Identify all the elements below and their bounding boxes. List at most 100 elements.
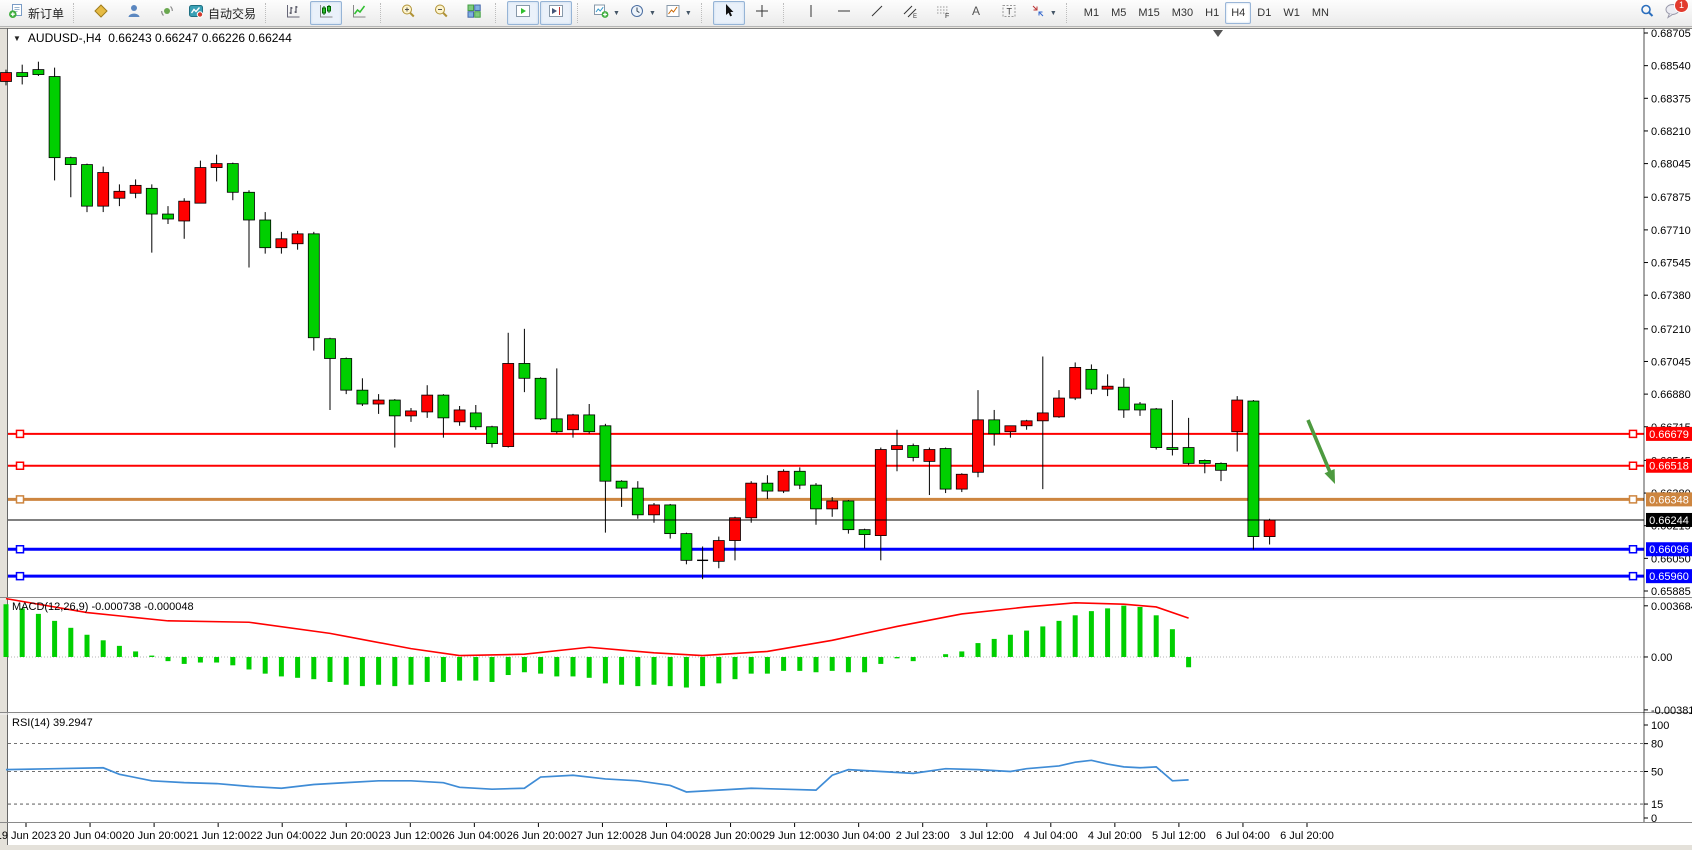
svg-text:0.68210: 0.68210: [1651, 126, 1691, 138]
chart-shift-icon: [548, 3, 565, 24]
candlestick-chart-icon: [318, 3, 334, 24]
terminal-button[interactable]: [151, 1, 183, 25]
dropdown-caret-icon: ▼: [685, 10, 692, 17]
text-label-button[interactable]: T: [993, 1, 1025, 25]
svg-text:80: 80: [1651, 739, 1663, 751]
line-chart-button[interactable]: [343, 1, 375, 25]
template-icon: [665, 3, 681, 24]
timeframe-button-m15[interactable]: M15: [1132, 2, 1165, 24]
window-bottom-border: [0, 845, 1692, 850]
trendline-icon: [869, 3, 885, 24]
notifications-button[interactable]: 1: [1664, 2, 1682, 24]
navigator-button[interactable]: [118, 1, 150, 25]
zoom-out-icon: [433, 3, 449, 24]
toolbar-separator: [380, 3, 388, 23]
candlestick-chart-button[interactable]: [310, 1, 342, 25]
periods-button[interactable]: ▼: [625, 1, 660, 25]
toolbar-right-group: 1: [1639, 2, 1688, 24]
chart-shift-button[interactable]: [540, 1, 572, 25]
window-left-border: [0, 28, 7, 845]
fibonacci-button[interactable]: F: [927, 1, 959, 25]
text-icon: A: [969, 3, 983, 24]
zoom-in-icon: [400, 3, 416, 24]
toolbar-separator: [495, 3, 503, 23]
line-handle: [1630, 546, 1637, 553]
auto-scroll-icon: [515, 3, 532, 24]
svg-text:100: 100: [1651, 720, 1669, 732]
line-handle: [1630, 430, 1637, 437]
timeframe-button-m1[interactable]: M1: [1078, 2, 1105, 24]
cursor-icon: [722, 3, 736, 24]
timeframe-button-mn[interactable]: MN: [1306, 2, 1335, 24]
tile-windows-button[interactable]: [458, 1, 490, 25]
svg-text:26 Jun 20:00: 26 Jun 20:00: [507, 830, 571, 842]
text-button[interactable]: A: [960, 1, 992, 25]
crosshair-icon: [754, 3, 770, 24]
horizontal-line-button[interactable]: [828, 1, 860, 25]
navigator-icon: [126, 3, 142, 24]
crosshair-button[interactable]: [746, 1, 778, 25]
new-order-icon: [8, 3, 25, 24]
cursor-button[interactable]: [713, 1, 745, 25]
zoom-out-button[interactable]: [425, 1, 457, 25]
zoom-in-button[interactable]: [392, 1, 424, 25]
line-handle: [1630, 573, 1637, 580]
auto-trading-button[interactable]: 自动交易: [184, 1, 260, 25]
timeframe-button-h4[interactable]: H4: [1225, 2, 1251, 24]
svg-text:20 Jun 20:00: 20 Jun 20:00: [122, 830, 186, 842]
arrows-icon: [1030, 3, 1046, 24]
svg-text:22 Jun 04:00: 22 Jun 04:00: [250, 830, 314, 842]
tile-windows-icon: [466, 3, 482, 24]
trendline-button[interactable]: [861, 1, 893, 25]
auto-trading-icon: [188, 3, 205, 24]
svg-text:-0.00381: -0.00381: [1651, 705, 1692, 717]
svg-text:27 Jun 12:00: 27 Jun 12:00: [571, 830, 635, 842]
market-watch-button[interactable]: [85, 1, 117, 25]
vertical-line-button[interactable]: [795, 1, 827, 25]
svg-text:5 Jul 12:00: 5 Jul 12:00: [1152, 830, 1206, 842]
timeframe-button-m30[interactable]: M30: [1166, 2, 1199, 24]
auto-scroll-button[interactable]: [507, 1, 539, 25]
horizontal-line-icon: [836, 3, 852, 24]
auto-trading-label: 自动交易: [208, 5, 256, 22]
svg-text:28 Jun 20:00: 28 Jun 20:00: [699, 830, 763, 842]
svg-text:23 Jun 12:00: 23 Jun 12:00: [378, 830, 442, 842]
indicators-icon: [593, 3, 609, 24]
svg-text:0.68540: 0.68540: [1651, 61, 1691, 73]
templates-button[interactable]: ▼: [661, 1, 696, 25]
timeframe-button-m5[interactable]: M5: [1105, 2, 1132, 24]
svg-text:0.67210: 0.67210: [1651, 324, 1691, 336]
svg-text:29 Jun 12:00: 29 Jun 12:00: [763, 830, 827, 842]
timeframe-button-h1[interactable]: H1: [1199, 2, 1225, 24]
svg-text:0.67045: 0.67045: [1651, 356, 1691, 368]
svg-text:6 Jul 04:00: 6 Jul 04:00: [1216, 830, 1270, 842]
timeframe-button-w1[interactable]: W1: [1277, 2, 1306, 24]
svg-text:0.68375: 0.68375: [1651, 93, 1691, 105]
svg-text:22 Jun 20:00: 22 Jun 20:00: [314, 830, 378, 842]
svg-text:4 Jul 20:00: 4 Jul 20:00: [1088, 830, 1142, 842]
svg-text:0.65960: 0.65960: [1649, 571, 1689, 583]
svg-text:4 Jul 04:00: 4 Jul 04:00: [1024, 830, 1078, 842]
toolbar-separator: [783, 3, 791, 23]
search-icon[interactable]: [1639, 3, 1656, 24]
notification-badge: 1: [1674, 0, 1689, 13]
arrows-button[interactable]: ▼: [1026, 1, 1061, 25]
svg-text:A: A: [972, 4, 980, 18]
svg-text:0.67710: 0.67710: [1651, 225, 1691, 237]
channel-button[interactable]: E: [894, 1, 926, 25]
clock-icon: [629, 3, 645, 24]
line-handle: [17, 573, 24, 580]
svg-text:0.66679: 0.66679: [1649, 429, 1689, 441]
chart-canvas[interactable]: 0.687050.685400.683750.682100.680450.678…: [0, 28, 1692, 850]
line-handle: [17, 496, 24, 503]
timeframe-button-d1[interactable]: D1: [1251, 2, 1277, 24]
new-order-button[interactable]: 新订单: [4, 1, 68, 25]
bar-chart-button[interactable]: [277, 1, 309, 25]
indicators-button[interactable]: ▼: [589, 1, 624, 25]
dropdown-caret-icon: ▼: [1050, 10, 1057, 17]
svg-text:21 Jun 12:00: 21 Jun 12:00: [186, 830, 250, 842]
dropdown-caret-icon: ▼: [613, 10, 620, 17]
svg-text:0.67875: 0.67875: [1651, 192, 1691, 204]
text-label-icon: T: [1001, 3, 1017, 24]
new-order-label: 新订单: [28, 5, 64, 22]
